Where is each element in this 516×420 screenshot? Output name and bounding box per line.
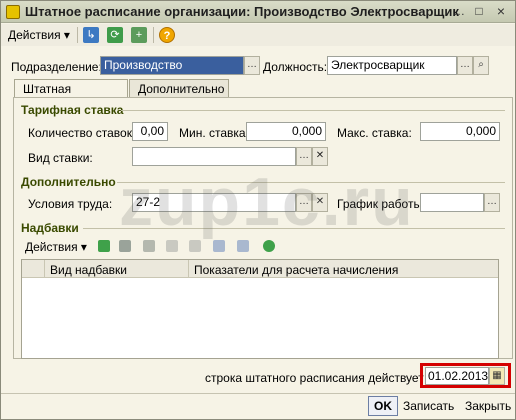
- copy-icon[interactable]: +: [131, 27, 147, 43]
- schedule-label: График работы:: [337, 197, 426, 211]
- table-header: Вид надбавки Показатели для расчета начи…: [22, 260, 498, 278]
- maximize-button[interactable]: □: [471, 4, 487, 20]
- add-row-icon[interactable]: [98, 240, 110, 252]
- column-divider: [188, 260, 189, 278]
- min-rate-label: Мин. ставка:: [179, 126, 249, 140]
- move-up-icon[interactable]: [213, 240, 225, 252]
- edit-row-icon[interactable]: [143, 240, 155, 252]
- move-down-icon[interactable]: [237, 240, 249, 252]
- app-icon: [6, 5, 20, 19]
- menu-dots-button[interactable]: …: [451, 4, 467, 20]
- rate-type-clear-icon[interactable]: ✕: [312, 147, 328, 166]
- tab-additional[interactable]: Дополнительно: [129, 79, 229, 98]
- position-label: Должность:: [263, 60, 328, 74]
- save-button[interactable]: Записать: [397, 396, 460, 416]
- tariff-section-title: Тарифная ставка: [21, 103, 124, 117]
- refresh-table-icon[interactable]: [263, 240, 275, 252]
- position-select-button[interactable]: …: [457, 56, 473, 75]
- close-window-button[interactable]: ×: [493, 4, 509, 20]
- position-search-icon[interactable]: ⌕: [473, 56, 489, 75]
- conditions-select-button[interactable]: …: [296, 193, 312, 212]
- max-rate-label: Макс. ставка:: [337, 126, 412, 140]
- effective-date-label: строка штатного расписания действует с:: [205, 371, 437, 385]
- help-icon[interactable]: ?: [159, 27, 175, 43]
- column-indicators[interactable]: Показатели для расчета начисления: [194, 263, 398, 277]
- end-edit-icon[interactable]: [189, 240, 201, 252]
- schedule-select-button[interactable]: …: [484, 193, 500, 212]
- toolbar-separator: [77, 27, 78, 43]
- calendar-icon[interactable]: ▦: [489, 367, 505, 385]
- max-rate-field[interactable]: 0,000: [420, 122, 500, 141]
- column-allowance-type[interactable]: Вид надбавки: [50, 263, 127, 277]
- conditions-field[interactable]: 27-2: [132, 193, 296, 212]
- rate-type-select-button[interactable]: …: [296, 147, 312, 166]
- toolbar: Действия ▾ ↳ ⟳ + ?: [1, 24, 515, 46]
- count-field[interactable]: 0,00: [132, 122, 168, 141]
- position-field[interactable]: Электросварщик: [327, 56, 457, 75]
- ok-button[interactable]: OK: [368, 396, 398, 416]
- title-bar[interactable]: Штатное расписание организации: Производ…: [1, 1, 515, 23]
- actions-menu[interactable]: Действия ▾: [8, 28, 70, 42]
- dialog-window: Штатное расписание организации: Производ…: [0, 0, 516, 420]
- allowances-table[interactable]: Вид надбавки Показатели для расчета начи…: [21, 259, 499, 359]
- tab-staff-unit[interactable]: Штатная единица: [14, 79, 128, 110]
- additional-section-title: Дополнительно: [21, 175, 116, 189]
- structure-icon[interactable]: ↳: [83, 27, 99, 43]
- column-divider: [44, 260, 45, 278]
- delete-row-icon[interactable]: [166, 240, 178, 252]
- department-field[interactable]: Производство: [100, 56, 244, 75]
- allowances-actions-menu[interactable]: Действия ▾: [25, 240, 87, 254]
- tariff-section-line: [121, 110, 505, 111]
- conditions-label: Условия труда:: [28, 197, 113, 211]
- min-rate-field[interactable]: 0,000: [246, 122, 326, 141]
- department-label: Подразделение:: [11, 60, 102, 74]
- toolbar-separator: [153, 27, 154, 43]
- copy-row-icon[interactable]: [119, 240, 131, 252]
- window-title: Штатное расписание организации: Производ…: [25, 4, 459, 19]
- department-select-button[interactable]: …: [244, 56, 260, 75]
- allowances-section-title: Надбавки: [21, 221, 79, 235]
- effective-date-field[interactable]: 01.02.2013: [425, 367, 489, 385]
- allowances-section-line: [83, 228, 505, 229]
- close-button[interactable]: Закрыть: [459, 396, 516, 416]
- refresh-icon[interactable]: ⟳: [107, 27, 123, 43]
- schedule-field[interactable]: [420, 193, 484, 212]
- conditions-clear-icon[interactable]: ✕: [312, 193, 328, 212]
- rate-type-field[interactable]: [132, 147, 296, 166]
- count-label: Количество ставок:: [28, 126, 136, 140]
- rate-type-label: Вид ставки:: [28, 151, 93, 165]
- additional-section-line: [117, 182, 505, 183]
- footer-separator: [1, 393, 515, 394]
